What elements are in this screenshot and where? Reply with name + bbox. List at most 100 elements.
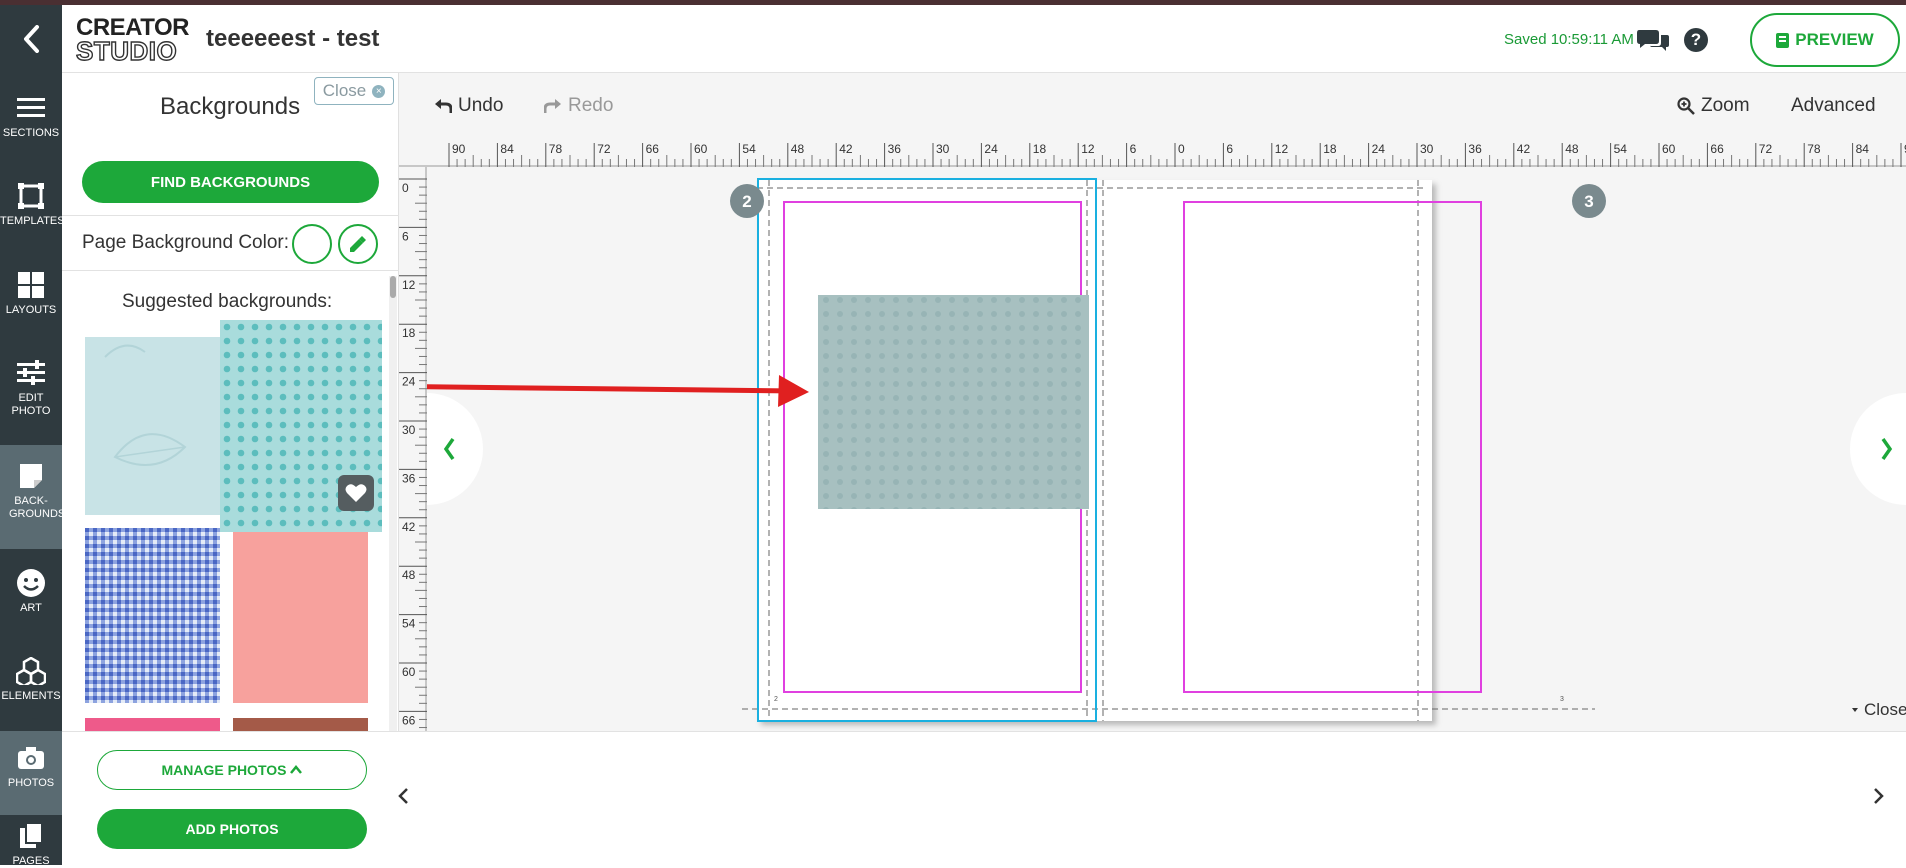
layouts-icon: [16, 270, 46, 300]
ruler-label: 30: [1420, 142, 1434, 156]
camera-icon: [16, 743, 46, 773]
dragged-background-preview[interactable]: [818, 295, 1089, 509]
nav-edit-photo[interactable]: EDIT PHOTO: [0, 358, 62, 418]
background-thumb-pink[interactable]: [85, 718, 220, 731]
close-label: Close: [322, 81, 367, 100]
nav-art[interactable]: ART: [0, 568, 62, 615]
page-number-badge-left: 2: [730, 184, 764, 218]
undo-button[interactable]: Undo: [434, 95, 503, 117]
nav-backgrounds[interactable]: BACK-GROUNDS: [0, 445, 66, 549]
creator-studio-logo[interactable]: CREATOR STUDIO: [75, 16, 198, 66]
zoom-button[interactable]: Zoom: [1677, 95, 1750, 117]
chevron-left-icon: [24, 25, 39, 53]
panel-scrollbar[interactable]: [389, 276, 397, 731]
ruler-label: 48: [1565, 142, 1579, 156]
ruler-label: 24: [1372, 142, 1386, 156]
background-thumb-blue-gingham[interactable]: [85, 528, 220, 703]
cubes-icon: [16, 656, 46, 686]
nav-elements[interactable]: ELEMENTS: [0, 656, 62, 703]
find-backgrounds-button[interactable]: FIND BACKGROUNDS: [82, 161, 379, 203]
ruler-label: 0: [1178, 142, 1185, 156]
nav-pages[interactable]: PAGES: [0, 821, 62, 868]
ruler-label: 48: [402, 568, 416, 582]
back-button[interactable]: [0, 5, 62, 73]
background-thumb-brown[interactable]: [233, 718, 368, 731]
ruler-label: 72: [1759, 142, 1773, 156]
ruler-label: 0: [402, 181, 409, 195]
ruler-label: 36: [888, 142, 902, 156]
nav-label: BACK-GROUNDS: [9, 495, 66, 520]
nav-layouts[interactable]: LAYOUTS: [0, 270, 62, 317]
page-canvas[interactable]: 2 3 2 3 Close: [427, 167, 1906, 731]
undo-label: Undo: [458, 95, 504, 116]
background-color-swatch[interactable]: [292, 224, 332, 264]
page-background-color-row: Page Background Color:: [62, 215, 399, 271]
chat-icon[interactable]: [1636, 27, 1670, 53]
backgrounds-icon: [16, 461, 46, 491]
caret-down-icon: [1852, 708, 1858, 712]
previous-spread-button[interactable]: [427, 393, 483, 505]
manage-photos-button[interactable]: MANAGE PHOTOS: [97, 750, 367, 790]
chevron-left-icon: [398, 788, 408, 804]
nav-photos[interactable]: PHOTOS: [0, 731, 62, 815]
page-background-color-label: Page Background Color:: [82, 232, 290, 253]
help-icon[interactable]: ?: [1684, 28, 1708, 52]
eyedropper-button[interactable]: [338, 224, 378, 264]
project-title[interactable]: teeeeeest - test: [206, 25, 379, 53]
nav-label: SECTIONS: [2, 127, 60, 139]
ruler-label: 84: [500, 142, 514, 156]
background-thumb-salmon[interactable]: [233, 532, 368, 703]
nav-label: TEMPLATES: [0, 215, 65, 227]
zoom-label: Zoom: [1701, 95, 1750, 116]
redo-label: Redo: [568, 95, 614, 116]
nav-templates[interactable]: TEMPLATES: [0, 181, 65, 228]
suggested-backgrounds-label: Suggested backgrounds:: [122, 291, 333, 312]
corner-page-number-right: 3: [1560, 696, 1564, 703]
ruler-label: 60: [402, 665, 416, 679]
close-tray-label: Close: [1864, 700, 1906, 719]
app-header: CREATOR STUDIO teeeeeest - test Saved 10…: [62, 5, 1906, 73]
right-page[interactable]: [1095, 180, 1432, 721]
photo-tray: MANAGE PHOTOS ADD PHOTOS: [62, 731, 1906, 865]
ruler-label: 54: [742, 142, 756, 156]
zoom-icon: [1677, 97, 1695, 115]
ruler-label: 30: [936, 142, 950, 156]
ruler-label: 6: [1226, 142, 1233, 156]
tray-next-button[interactable]: [1873, 784, 1885, 812]
ruler-label: 6: [402, 229, 409, 243]
add-photos-button[interactable]: ADD PHOTOS: [97, 809, 367, 849]
close-circle-icon: ×: [372, 84, 386, 98]
redo-button[interactable]: Redo: [544, 95, 613, 117]
ruler-label: 54: [1614, 142, 1628, 156]
close-panel-button[interactable]: Close ×: [314, 77, 394, 105]
manage-photos-label: MANAGE PHOTOS: [161, 762, 287, 778]
ruler-label: 84: [1856, 142, 1870, 156]
advanced-button[interactable]: Advanced: [1791, 95, 1876, 117]
chevron-right-icon: [1874, 788, 1884, 804]
panel-title: Backgrounds: [160, 93, 301, 120]
page-number-left: 2: [742, 192, 751, 211]
background-thumb-light-blue-leaves[interactable]: [85, 337, 235, 515]
pages-icon: [16, 821, 46, 851]
ruler-label: 42: [1517, 142, 1531, 156]
logo-line-2: STUDIO: [75, 36, 178, 66]
ruler-label: 48: [791, 142, 805, 156]
next-spread-button[interactable]: [1850, 393, 1906, 505]
eyedropper-icon: [350, 236, 366, 252]
ruler-label: 66: [402, 713, 416, 727]
tray-prev-button[interactable]: [397, 784, 409, 812]
close-tray-button[interactable]: Close: [1852, 700, 1906, 719]
page-number-right: 3: [1584, 192, 1593, 211]
ruler-label: 6: [1130, 142, 1137, 156]
nav-sections[interactable]: SECTIONS: [0, 93, 62, 140]
ruler-label: 36: [1468, 142, 1482, 156]
preview-button[interactable]: PREVIEW: [1750, 13, 1900, 67]
ruler-label: 18: [1033, 142, 1047, 156]
ruler-label: 24: [402, 375, 416, 389]
ruler-label: 54: [402, 617, 416, 631]
hamburger-icon: [16, 93, 46, 123]
nav-label: ART: [20, 602, 42, 614]
scrollbar-thumb[interactable]: [390, 276, 396, 298]
chevron-up-icon: [290, 765, 303, 774]
favorite-button[interactable]: [338, 475, 374, 511]
